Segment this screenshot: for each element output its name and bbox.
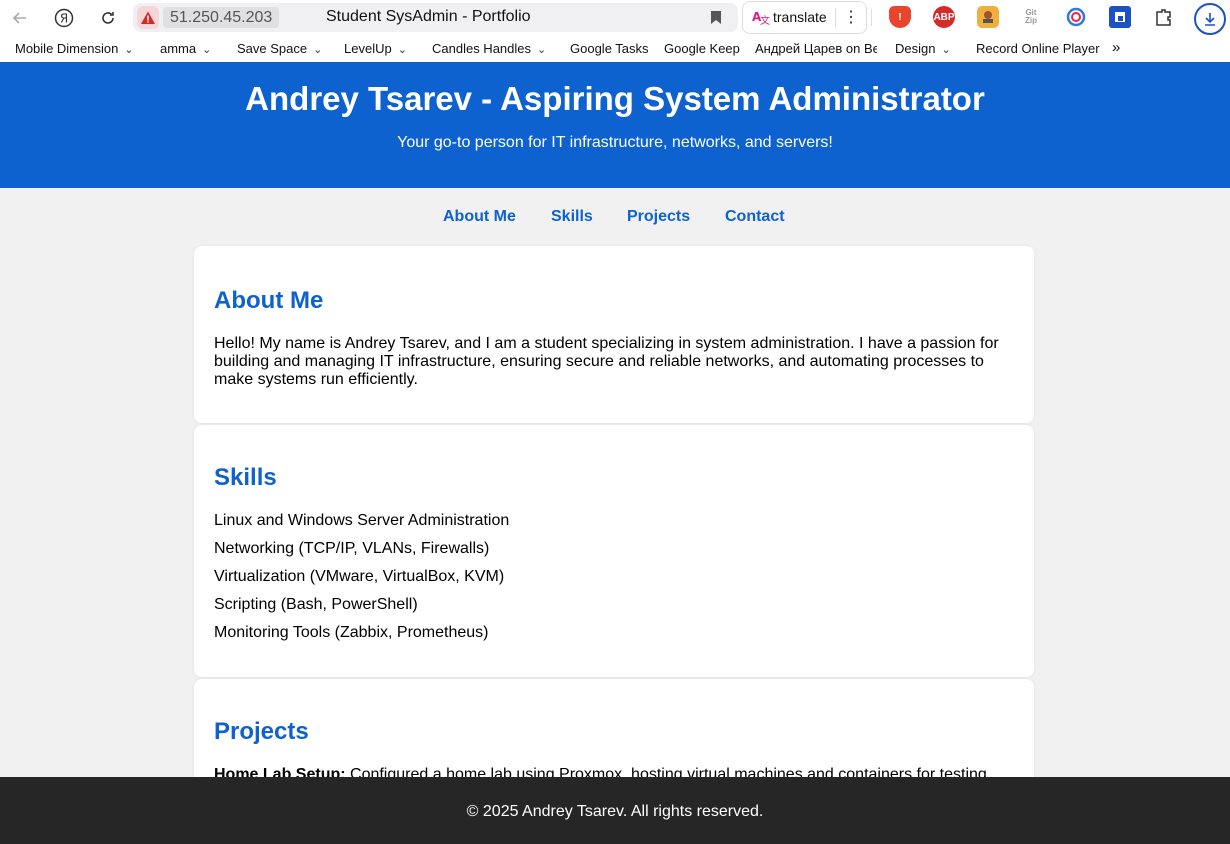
bookmark-label: Mobile Dimension bbox=[15, 41, 119, 56]
downloads-icon[interactable] bbox=[1194, 3, 1226, 35]
more-options-icon[interactable]: ⋮ bbox=[843, 7, 859, 27]
bookmark-label: Google Tasks bbox=[570, 41, 649, 56]
extension-icon[interactable] bbox=[977, 6, 999, 28]
skill-item: Monitoring Tools (Zabbix, Prometheus) bbox=[214, 624, 489, 641]
skill-item: Scripting (Bash, PowerShell) bbox=[214, 596, 418, 613]
skills-heading: Skills bbox=[214, 464, 277, 491]
translate-icon: A文 bbox=[751, 8, 771, 31]
bookmark-folder[interactable]: LevelUp ⌄ bbox=[344, 41, 407, 56]
chevron-down-icon: ⌄ bbox=[313, 44, 323, 56]
about-text: Hello! My name is Andrey Tsarev, and I a… bbox=[214, 335, 999, 388]
site-subtitle: Your go-to person for IT infrastructure,… bbox=[397, 134, 833, 151]
page-title: Student SysAdmin - Portfolio bbox=[326, 8, 531, 25]
nav-about-link[interactable]: About Me bbox=[443, 208, 516, 226]
back-icon[interactable] bbox=[8, 6, 32, 30]
shield-extension-icon[interactable]: ! bbox=[889, 6, 911, 28]
abp-text: ABP bbox=[933, 11, 955, 23]
about-section: About Me Hello! My name is Andrey Tsarev… bbox=[194, 246, 1034, 423]
bookmark-folder[interactable]: Candles Handles ⌄ bbox=[432, 41, 546, 56]
skills-section: Skills Linux and Windows Server Administ… bbox=[194, 425, 1034, 677]
bookmark-link[interactable]: Record Online Player bbox=[976, 41, 1100, 56]
bookmark-folder[interactable]: Design ⌄ bbox=[895, 41, 951, 56]
divider bbox=[835, 8, 836, 27]
security-warning-icon[interactable] bbox=[137, 6, 159, 29]
nav-projects-link[interactable]: Projects bbox=[627, 208, 690, 226]
bookmark-label: Candles Handles bbox=[432, 41, 532, 56]
bookmark-label: Андрей Царев on Be bbox=[755, 41, 877, 56]
bookmark-link[interactable]: Google Tasks bbox=[570, 41, 649, 56]
extension-icon-lock[interactable] bbox=[1109, 6, 1131, 28]
skill-item: Linux and Windows Server Administration bbox=[214, 512, 510, 529]
site-footer: © 2025 Andrey Tsarev. All rights reserve… bbox=[0, 777, 1230, 844]
chevron-down-icon: ⌄ bbox=[202, 44, 212, 56]
bookmarks-overflow-button[interactable]: » bbox=[1112, 39, 1120, 56]
address-text[interactable]: 51.250.45.203 bbox=[163, 7, 280, 28]
divider bbox=[871, 9, 872, 26]
site-title: Andrey Tsarev - Aspiring System Administ… bbox=[245, 80, 985, 117]
translate-button[interactable]: A文 translate ⋮ bbox=[742, 1, 867, 34]
chevron-down-icon: ⌄ bbox=[397, 44, 407, 56]
bookmark-link[interactable]: Андрей Царев on Be bbox=[755, 41, 877, 56]
bookmark-folder[interactable]: Save Space ⌄ bbox=[237, 41, 322, 56]
gitzip-text: Git Zip bbox=[1025, 8, 1037, 25]
translate-label: translate bbox=[773, 9, 827, 25]
bookmark-link[interactable]: Google Keep bbox=[664, 41, 740, 56]
bookmark-label: Save Space bbox=[237, 41, 308, 56]
bookmark-label: amma bbox=[160, 41, 197, 56]
bookmark-label: Design bbox=[895, 41, 936, 56]
skill-item: Virtualization (VMware, VirtualBox, KVM) bbox=[214, 568, 505, 585]
bookmark-icon[interactable] bbox=[710, 10, 722, 30]
bookmarks-bar: Mobile Dimension ⌄ amma ⌄ Save Space ⌄ Leve… bbox=[0, 36, 1230, 62]
about-heading: About Me bbox=[214, 287, 324, 314]
chevron-down-icon: ⌄ bbox=[124, 44, 134, 56]
gitzip-icon[interactable]: Git Zip bbox=[1020, 6, 1042, 28]
chevron-down-icon: ⌄ bbox=[537, 44, 547, 56]
yandex-icon[interactable]: Я bbox=[52, 6, 76, 30]
reload-icon[interactable] bbox=[96, 6, 120, 30]
bookmark-label: LevelUp bbox=[344, 41, 392, 56]
nav-skills-link[interactable]: Skills bbox=[551, 208, 593, 226]
skill-item: Networking (TCP/IP, VLANs, Firewalls) bbox=[214, 540, 490, 557]
site-header: Andrey Tsarev - Aspiring System Administ… bbox=[0, 62, 1230, 188]
projects-heading: Projects bbox=[214, 718, 309, 745]
browser-toolbar: Я 51.250.45.203 Student SysAdmin - Portf… bbox=[0, 0, 1230, 36]
nav-contact-link[interactable]: Contact bbox=[725, 208, 785, 226]
bookmark-folder[interactable]: Mobile Dimension ⌄ bbox=[15, 41, 134, 56]
extension-icon-circle[interactable] bbox=[1065, 6, 1087, 28]
address-bar[interactable]: 51.250.45.203 Student SysAdmin - Portfol… bbox=[133, 3, 738, 32]
bookmark-label: Record Online Player bbox=[976, 41, 1100, 56]
bookmark-label: Google Keep bbox=[664, 41, 740, 56]
adblock-plus-icon[interactable]: ABP bbox=[933, 6, 955, 28]
bookmark-folder[interactable]: amma ⌄ bbox=[160, 41, 211, 56]
footer-text: © 2025 Andrey Tsarev. All rights reserve… bbox=[466, 803, 764, 820]
chevron-down-icon: ⌄ bbox=[941, 44, 951, 56]
svg-text:Я: Я bbox=[60, 12, 68, 26]
svg-text:文: 文 bbox=[760, 14, 770, 26]
site-nav: About Me Skills Projects Contact bbox=[0, 188, 1230, 246]
extensions-puzzle-icon[interactable] bbox=[1153, 6, 1175, 28]
